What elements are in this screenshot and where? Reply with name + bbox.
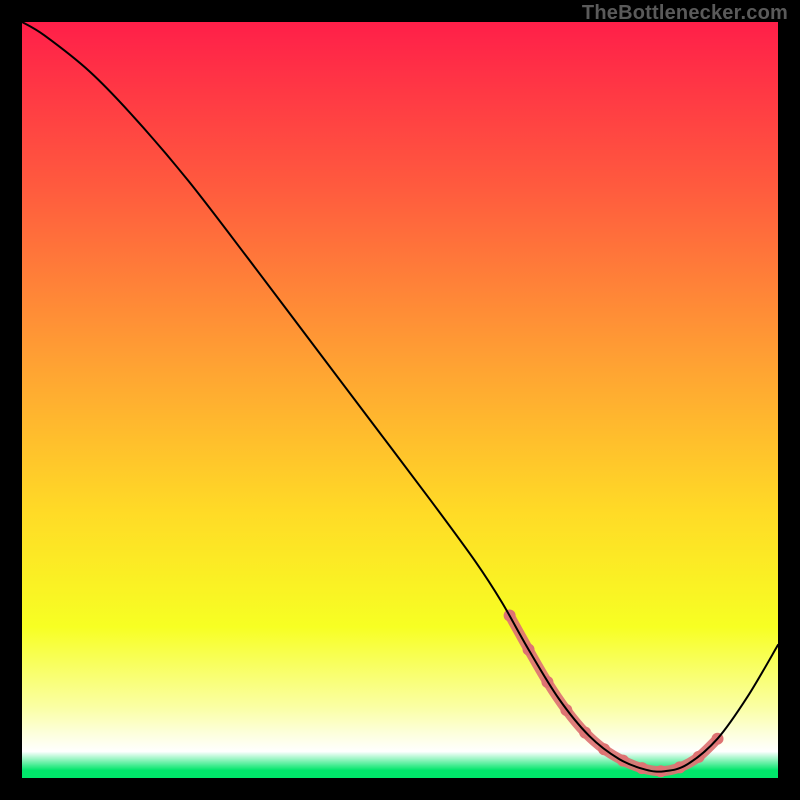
plot-area (22, 22, 778, 778)
gradient-background (22, 22, 778, 778)
chart-frame: TheBottlenecker.com (0, 0, 800, 800)
chart-svg (22, 22, 778, 778)
